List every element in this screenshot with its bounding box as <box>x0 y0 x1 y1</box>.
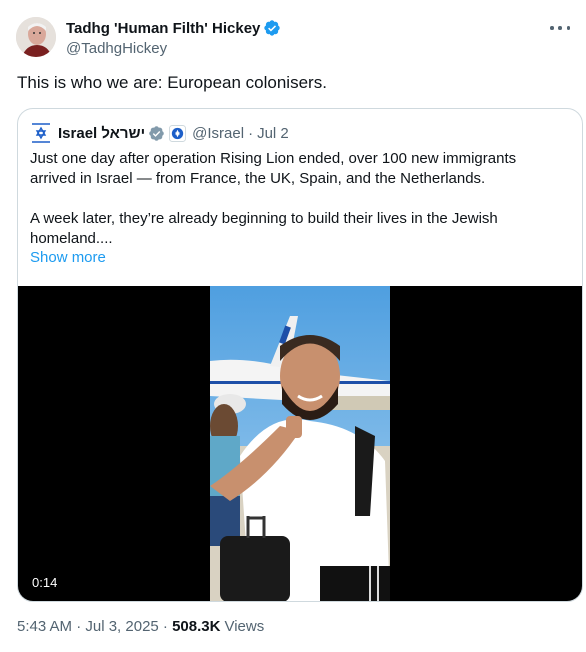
separator: · <box>248 124 254 142</box>
quoted-post-header: Israel ישראל @Israel · Jul 2 <box>30 122 289 144</box>
avatar[interactable] <box>16 17 56 57</box>
author-display-name[interactable]: Tadhg 'Human Filth' Hickey <box>66 20 260 37</box>
quoted-handle[interactable]: @Israel <box>192 125 244 142</box>
more-icon <box>550 26 554 30</box>
video-duration: 0:14 <box>32 575 58 590</box>
views-label: Views <box>224 618 265 635</box>
quoted-post[interactable]: Israel ישראל @Israel · Jul 2 Just one da… <box>17 108 583 602</box>
show-more-link[interactable]: Show more <box>30 249 106 266</box>
quoted-paragraph-2: A week later, they’re already beginning … <box>30 210 498 247</box>
quoted-paragraph-1: Just one day after operation Rising Lion… <box>30 150 517 187</box>
post-header: Tadhg 'Human Filth' Hickey @TadhgHickey <box>16 16 570 60</box>
quoted-date[interactable]: Jul 2 <box>257 125 289 142</box>
post-timestamp[interactable]: 5:43 AM · Jul 3, 2025 · <box>17 618 172 635</box>
israel-flag-icon <box>30 122 52 144</box>
more-options-button[interactable] <box>550 20 570 36</box>
verified-badge-icon <box>149 125 164 141</box>
post-meta: 5:43 AM · Jul 3, 2025 · 508.3K Views <box>17 618 264 635</box>
government-badge-icon <box>169 124 187 142</box>
quoted-post-text: Just one day after operation Rising Lion… <box>30 149 560 249</box>
post-text: This is who we are: European colonisers. <box>17 73 327 92</box>
quoted-display-name[interactable]: Israel ישראל <box>58 125 145 142</box>
video-thumbnail <box>210 286 390 601</box>
verified-badge-icon <box>264 20 281 36</box>
video-player[interactable]: 0:14 <box>18 286 582 601</box>
views-count: 508.3K <box>172 618 221 635</box>
author-handle[interactable]: @TadhgHickey <box>66 40 281 57</box>
